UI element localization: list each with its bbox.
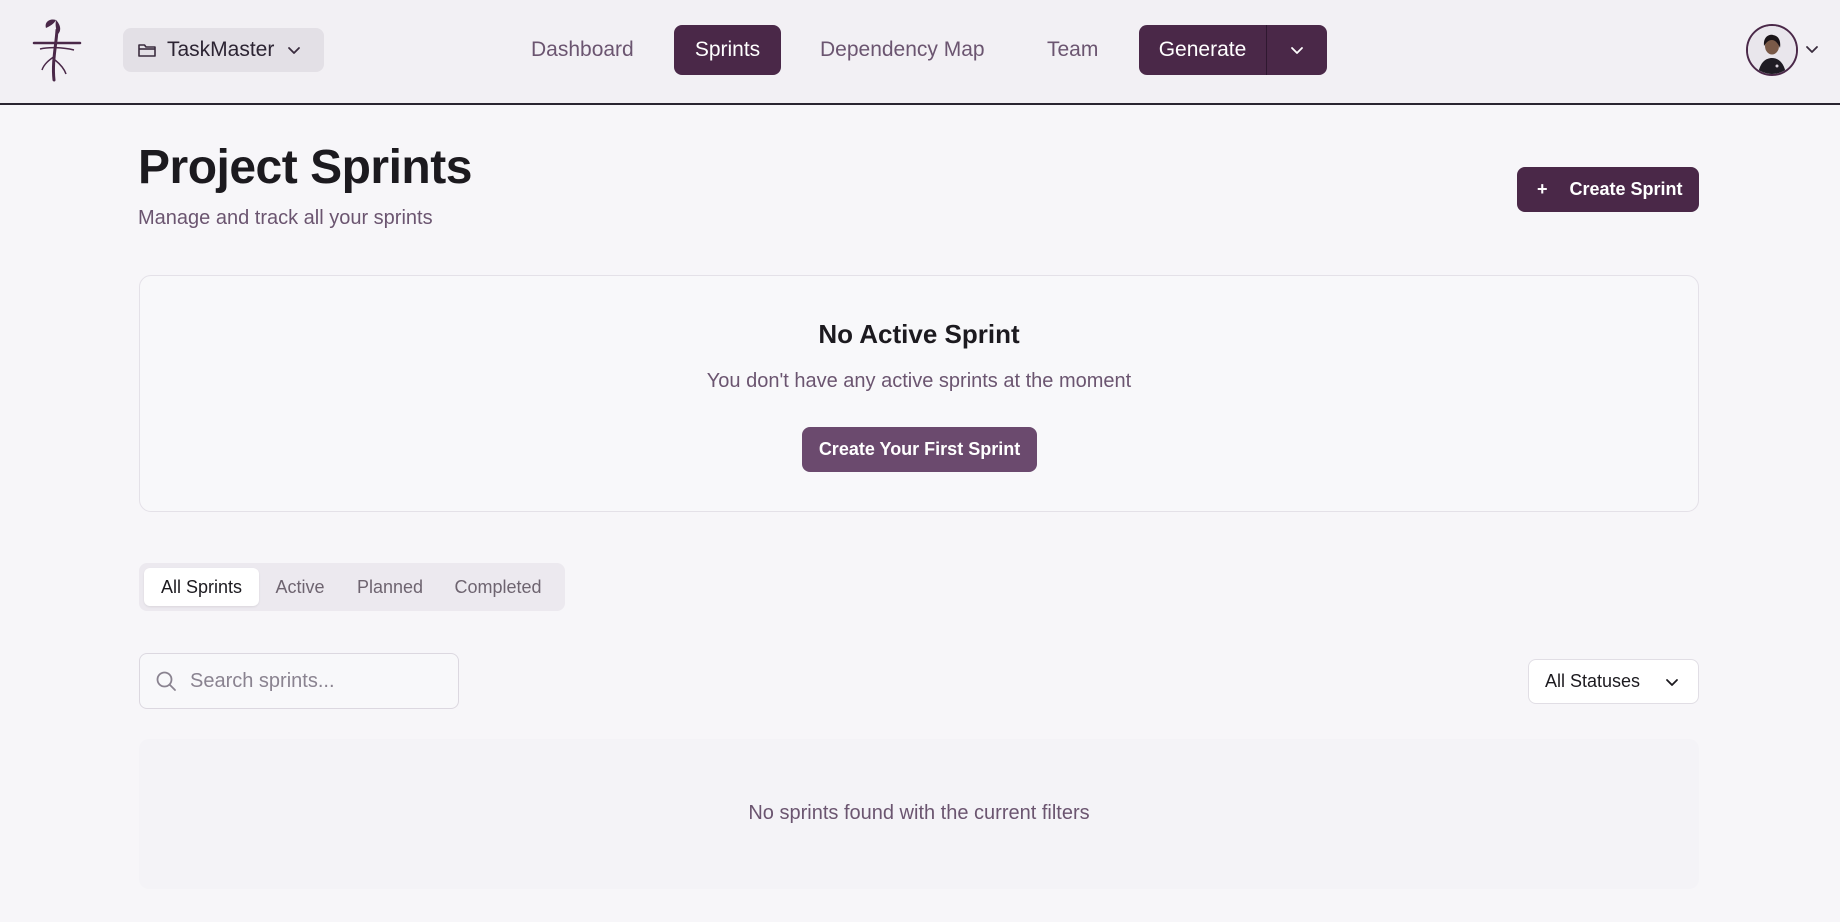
project-name: TaskMaster [167,38,275,61]
tab-planned[interactable]: Planned [345,568,435,606]
tab-active[interactable]: Active [263,568,337,606]
empty-results-message: No sprints found with the current filter… [748,802,1090,824]
search-input[interactable] [190,669,440,693]
active-sprint-title: No Active Sprint [818,319,1020,349]
top-navigation-bar: TaskMaster Dashboard Sprints Dependency … [0,0,1840,105]
project-switcher[interactable]: TaskMaster [123,28,324,72]
nav-sprints[interactable]: Sprints [674,25,781,75]
active-sprint-card: No Active Sprint You don't have any acti… [139,275,1699,512]
nav-dependency-map[interactable]: Dependency Map [820,25,985,75]
search-box [139,653,459,709]
chevron-down-icon[interactable] [1804,41,1820,57]
nav-team[interactable]: Team [1047,25,1098,75]
status-filter-value: All Statuses [1545,671,1641,691]
create-sprint-button[interactable]: + Create Sprint [1517,167,1699,212]
chevron-down-icon [1291,47,1303,54]
status-filter-select[interactable]: All Statuses [1528,659,1699,704]
generate-dropdown-button[interactable] [1267,25,1327,75]
sprout-logo-icon[interactable] [32,16,82,82]
active-sprint-description: You don't have any active sprints at the… [706,370,1132,392]
chevron-down-icon [288,47,301,54]
tab-completed[interactable]: Completed [441,568,555,606]
nav-dashboard[interactable]: Dashboard [531,25,634,75]
plus-icon: + [1537,179,1548,199]
chevron-down-icon [1666,678,1678,686]
generate-button[interactable]: Generate [1139,25,1267,75]
folder-icon [138,44,156,57]
generate-split-button: Generate [1139,25,1327,75]
create-first-sprint-button[interactable]: Create Your First Sprint [802,427,1037,472]
create-sprint-label: Create Sprint [1569,179,1683,199]
page-subtitle: Manage and track all your sprints [138,207,433,229]
user-avatar[interactable] [1746,24,1798,76]
tab-all-sprints[interactable]: All Sprints [144,568,259,606]
page-title: Project Sprints [138,141,472,194]
sprint-filter-tabs: All Sprints Active Planned Completed [139,563,565,611]
sprint-list-empty: No sprints found with the current filter… [139,739,1699,889]
search-icon [156,671,176,691]
